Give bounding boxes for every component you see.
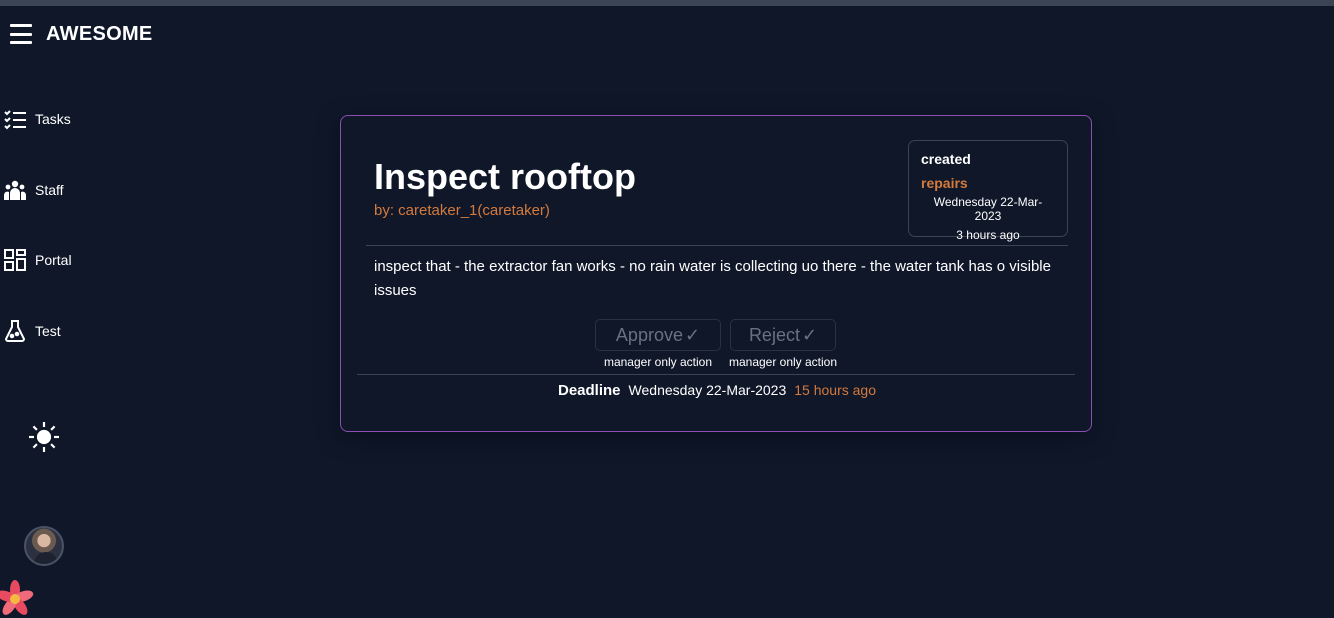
avatar[interactable] [24, 526, 64, 566]
sidebar-item-label: Tasks [35, 111, 71, 127]
flask-icon [4, 320, 26, 342]
browser-top-edge [0, 0, 1334, 6]
status-box: created repairs Wednesday 22-Mar-2023 3 … [908, 140, 1068, 242]
deadline-row: Deadline Wednesday 22-Mar-2023 15 hours … [341, 382, 1093, 399]
sidebar-item-portal[interactable]: Portal [3, 248, 72, 272]
reject-action: Reject ✓ manager only action [728, 319, 838, 369]
brand-title: AWESOME [46, 22, 153, 45]
task-author: by: caretaker_1(caretaker) [374, 202, 550, 219]
sidebar-item-label: Staff [35, 182, 64, 198]
deadline-ago: 15 hours ago [794, 382, 876, 398]
reject-button[interactable]: Reject ✓ [730, 319, 836, 351]
approve-label: Approve [615, 324, 683, 345]
divider [366, 245, 1068, 246]
sidebar-item-test[interactable]: Test [3, 319, 61, 343]
check-icon: ✓ [684, 324, 701, 345]
deadline-date: Wednesday 22-Mar-2023 [628, 382, 787, 398]
sidebar-item-tasks[interactable]: Tasks [3, 107, 71, 131]
portal-icon [4, 249, 26, 271]
approve-note: manager only action [603, 355, 713, 369]
reject-label: Reject [748, 324, 800, 345]
deadline-label: Deadline [558, 382, 621, 399]
task-card: Inspect rooftop by: caretaker_1(caretake… [340, 115, 1092, 432]
divider [357, 374, 1075, 375]
check-icon: ✓ [801, 324, 818, 345]
sun-icon[interactable] [28, 421, 60, 453]
sidebar-item-staff[interactable]: Staff [3, 178, 64, 202]
status-date: Wednesday 22-Mar-2023 [933, 195, 1043, 223]
task-title: Inspect rooftop [374, 156, 636, 197]
hamburger-menu-icon[interactable] [10, 24, 32, 44]
app-header: AWESOME [10, 20, 153, 48]
task-description: inspect that - the extractor fan works -… [374, 258, 1051, 299]
status-ago: 3 hours ago [956, 228, 1020, 242]
status-label: created [921, 151, 971, 167]
sidebar-item-label: Portal [35, 252, 72, 268]
status-category: repairs [921, 175, 968, 191]
tasks-icon [4, 110, 26, 130]
sidebar-item-label: Test [35, 323, 61, 339]
staff-icon [4, 180, 26, 200]
approve-button[interactable]: Approve ✓ [595, 319, 721, 351]
approve-action: Approve ✓ manager only action [595, 319, 721, 369]
flower-logo-icon [0, 580, 34, 615]
reject-note: manager only action [728, 355, 838, 369]
